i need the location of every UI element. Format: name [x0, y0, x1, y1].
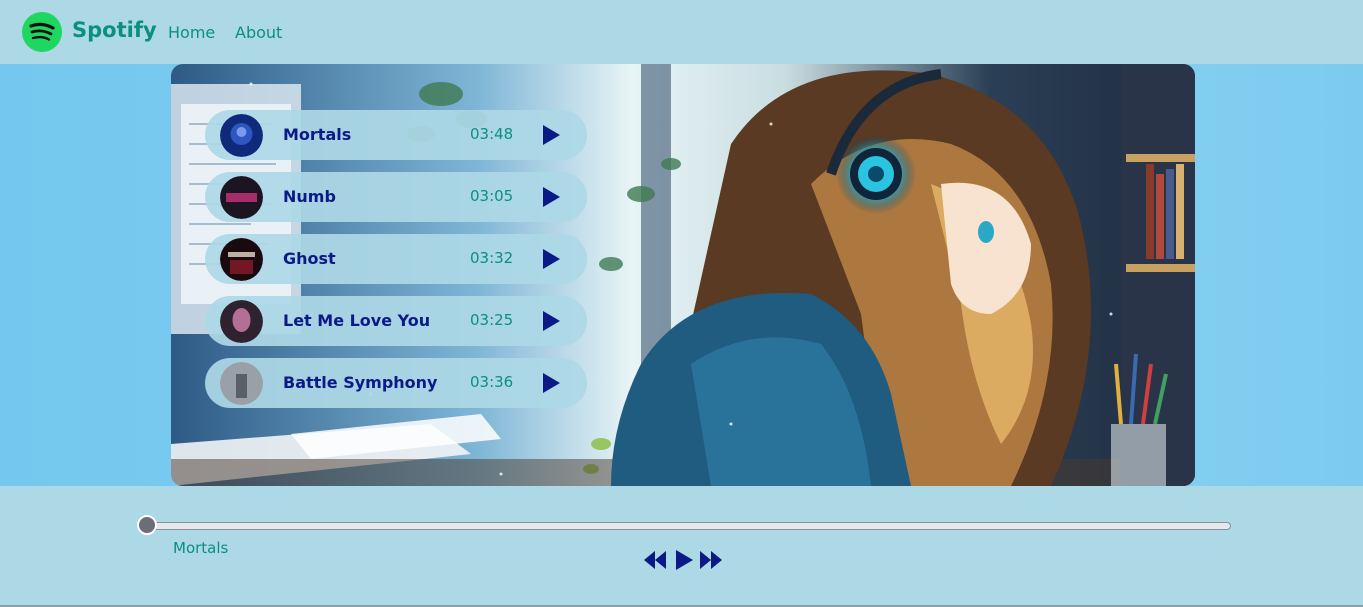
- song-item[interactable]: Ghost 03:32: [205, 234, 587, 284]
- song-title: Mortals: [283, 125, 352, 144]
- album-cover: [220, 114, 263, 157]
- song-item[interactable]: Mortals 03:48: [205, 110, 587, 160]
- song-duration: 03:48: [470, 125, 514, 143]
- previous-icon[interactable]: [643, 550, 667, 570]
- song-duration: 03:05: [470, 187, 514, 205]
- main-area: [0, 64, 1363, 486]
- song-duration: 03:32: [470, 249, 514, 267]
- play-icon[interactable]: [541, 248, 561, 270]
- brand-name[interactable]: Spotify: [72, 18, 157, 42]
- song-duration: 03:36: [470, 373, 514, 391]
- play-icon[interactable]: [541, 310, 561, 332]
- song-duration: 03:25: [470, 311, 514, 329]
- play-icon[interactable]: [541, 124, 561, 146]
- nav-link-about[interactable]: About: [235, 23, 282, 42]
- nav-link-home[interactable]: Home: [168, 23, 215, 42]
- album-cover: [220, 362, 263, 405]
- navbar: Spotify Home About: [0, 0, 1363, 64]
- song-title: Let Me Love You: [283, 311, 431, 330]
- song-title: Ghost: [283, 249, 336, 268]
- song-item[interactable]: Battle Symphony 03:36: [205, 358, 587, 408]
- album-cover: [220, 238, 263, 281]
- progress-thumb[interactable]: [137, 515, 157, 535]
- song-item[interactable]: Numb 03:05: [205, 172, 587, 222]
- play-icon[interactable]: [674, 549, 694, 571]
- song-title: Numb: [283, 187, 336, 206]
- album-cover: [220, 300, 263, 343]
- now-playing-title: Mortals: [173, 539, 229, 557]
- play-icon[interactable]: [541, 372, 561, 394]
- album-cover: [220, 176, 263, 219]
- song-title: Battle Symphony: [283, 373, 438, 392]
- next-icon[interactable]: [699, 550, 723, 570]
- spotify-logo-icon[interactable]: [22, 12, 62, 52]
- play-icon[interactable]: [541, 186, 561, 208]
- player-bar: Mortals: [0, 486, 1363, 607]
- progress-track[interactable]: [146, 522, 1231, 530]
- song-item[interactable]: Let Me Love You 03:25: [205, 296, 587, 346]
